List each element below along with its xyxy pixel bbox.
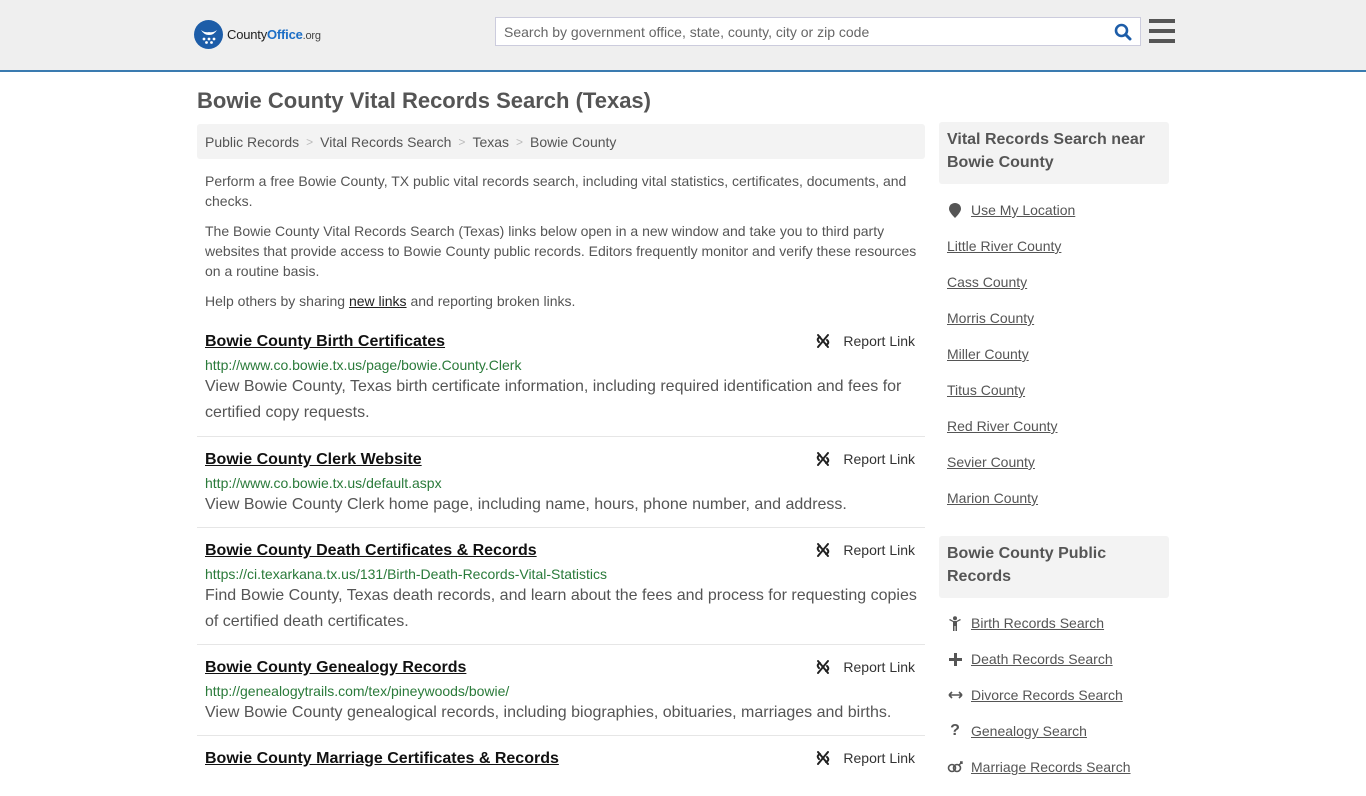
- map-marker-icon: [947, 202, 963, 218]
- result-title-link[interactable]: Bowie County Death Certificates & Record…: [205, 540, 537, 562]
- death-records-search-link[interactable]: Death Records Search: [971, 651, 1113, 667]
- nearby-county-link[interactable]: Marion County: [947, 490, 1038, 506]
- nearby-heading: Vital Records Search near Bowie County: [939, 122, 1169, 184]
- public-record-item: Divorce Records Search: [947, 677, 1169, 713]
- child-icon: [947, 615, 963, 631]
- result-url: http://www.co.bowie.tx.us/default.aspx: [205, 475, 442, 491]
- result-item: Bowie County Genealogy Records Report Li…: [197, 645, 925, 736]
- public-record-item: Death Records Search: [947, 641, 1169, 677]
- search-icon: [1114, 23, 1132, 40]
- result-item: Bowie County Marriage Certificates & Rec…: [197, 736, 925, 796]
- breadcrumb-bowie-county[interactable]: Bowie County: [530, 134, 616, 150]
- nearby-item: Cass County: [947, 264, 1169, 300]
- search-input[interactable]: [496, 18, 1106, 45]
- nearby-county-link[interactable]: Miller County: [947, 346, 1029, 362]
- report-link-button[interactable]: Report Link: [815, 333, 915, 349]
- nearby-county-link[interactable]: Titus County: [947, 382, 1025, 398]
- breadcrumb-separator: >: [306, 134, 314, 149]
- nearby-item: Red River County: [947, 408, 1169, 444]
- search-button[interactable]: [1106, 18, 1140, 45]
- result-title-link[interactable]: Bowie County Marriage Certificates & Rec…: [205, 748, 559, 770]
- plus-icon: [947, 652, 963, 666]
- breadcrumb-vital-records-search[interactable]: Vital Records Search: [320, 134, 451, 150]
- site-logo[interactable]: CountyOffice.org: [194, 20, 321, 49]
- public-record-item: Marriage Records Search: [947, 749, 1169, 785]
- report-link-button[interactable]: Report Link: [815, 659, 915, 675]
- intro-paragraph: The Bowie County Vital Records Search (T…: [205, 223, 917, 279]
- breadcrumb-separator: >: [516, 134, 524, 149]
- logo-eagle-icon: [194, 20, 223, 49]
- results-list: Bowie County Birth Certificates Report L…: [197, 328, 925, 796]
- result-description: Find Bowie County, Texas death records, …: [205, 587, 917, 630]
- broken-link-icon: [817, 660, 830, 674]
- divorce-records-search-link[interactable]: Divorce Records Search: [971, 687, 1123, 703]
- birth-records-search-link[interactable]: Birth Records Search: [971, 615, 1104, 631]
- arrows-horizontal-icon: [947, 690, 963, 700]
- nearby-item: Marion County: [947, 480, 1169, 516]
- new-links-link[interactable]: new links: [349, 293, 407, 309]
- site-header: CountyOffice.org: [0, 0, 1366, 72]
- result-url: http://genealogytrails.com/tex/pineywood…: [205, 683, 510, 699]
- breadcrumb: Public Records > Vital Records Search > …: [197, 124, 925, 159]
- nearby-item: Morris County: [947, 300, 1169, 336]
- report-link-button[interactable]: Report Link: [815, 451, 915, 467]
- broken-link-icon: [817, 751, 830, 765]
- nearby-county-link[interactable]: Little River County: [947, 238, 1061, 254]
- nearby-item: Little River County: [947, 228, 1169, 264]
- use-my-location-link[interactable]: Use My Location: [971, 202, 1075, 218]
- hamburger-menu-icon[interactable]: [1149, 19, 1175, 43]
- nearby-county-link[interactable]: Sevier County: [947, 454, 1035, 470]
- nearby-list: Use My Location Little River County Cass…: [947, 192, 1169, 516]
- intro-paragraph: Perform a free Bowie County, TX public v…: [205, 173, 907, 209]
- result-description: View Bowie County Clerk home page, inclu…: [205, 496, 847, 513]
- result-item: Bowie County Death Certificates & Record…: [197, 528, 925, 645]
- nearby-county-link[interactable]: Morris County: [947, 310, 1034, 326]
- result-description: View Bowie County genealogical records, …: [205, 704, 892, 721]
- broken-link-icon: [817, 334, 830, 348]
- report-link-button[interactable]: Report Link: [815, 542, 915, 558]
- search-bar: [495, 17, 1141, 46]
- public-records-heading: Bowie County Public Records: [939, 536, 1169, 598]
- result-title-link[interactable]: Bowie County Birth Certificates: [205, 331, 445, 353]
- breadcrumb-public-records[interactable]: Public Records: [205, 134, 299, 150]
- use-location-item: Use My Location: [947, 192, 1169, 228]
- report-link-button[interactable]: Report Link: [815, 750, 915, 766]
- result-title-link[interactable]: Bowie County Genealogy Records: [205, 657, 466, 679]
- result-url: https://ci.texarkana.tx.us/131/Birth-Dea…: [205, 566, 608, 582]
- broken-link-icon: [817, 452, 830, 466]
- nearby-county-link[interactable]: Red River County: [947, 418, 1058, 434]
- result-url: http://www.co.bowie.tx.us/page/bowie.Cou…: [205, 357, 522, 373]
- result-item: Bowie County Birth Certificates Report L…: [197, 328, 925, 437]
- nearby-item: Miller County: [947, 336, 1169, 372]
- breadcrumb-texas[interactable]: Texas: [472, 134, 509, 150]
- marriage-records-search-link[interactable]: Marriage Records Search: [971, 759, 1131, 775]
- public-record-item: Birth Records Search: [947, 605, 1169, 641]
- logo-text: CountyOffice.org: [227, 27, 321, 42]
- marriage-icon: [947, 761, 963, 773]
- intro-text: Perform a free Bowie County, TX public v…: [205, 171, 921, 321]
- genealogy-search-link[interactable]: Genealogy Search: [971, 723, 1087, 739]
- public-record-item: ? Genealogy Search: [947, 713, 1169, 749]
- page-title: Bowie County Vital Records Search (Texas…: [197, 88, 651, 113]
- result-item: Bowie County Clerk Website Report Link h…: [197, 437, 925, 528]
- public-records-list: Birth Records Search Death Records Searc…: [947, 605, 1169, 785]
- result-title-link[interactable]: Bowie County Clerk Website: [205, 449, 422, 471]
- nearby-item: Titus County: [947, 372, 1169, 408]
- nearby-county-link[interactable]: Cass County: [947, 274, 1027, 290]
- help-paragraph: Help others by sharing new links and rep…: [205, 293, 576, 309]
- breadcrumb-separator: >: [458, 134, 466, 149]
- nearby-item: Sevier County: [947, 444, 1169, 480]
- question-icon: ?: [950, 722, 960, 739]
- result-description: View Bowie County, Texas birth certifica…: [205, 378, 902, 421]
- broken-link-icon: [817, 543, 830, 557]
